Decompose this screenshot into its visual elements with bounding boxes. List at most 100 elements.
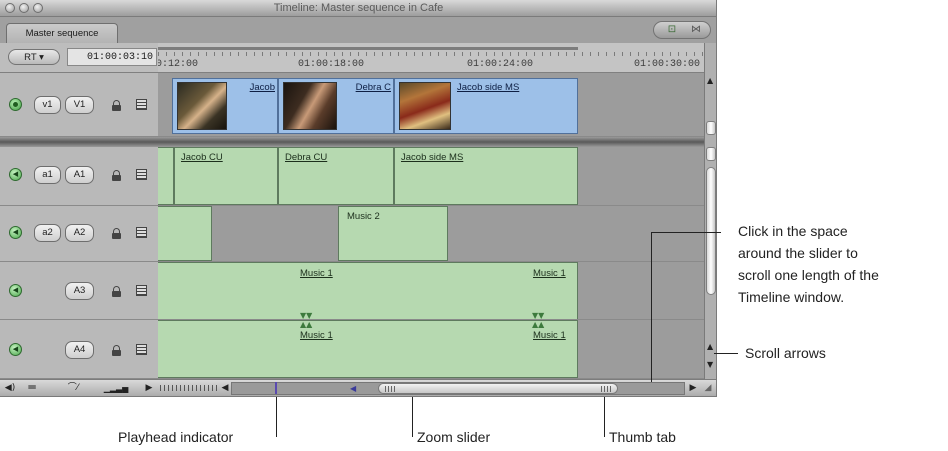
keyframe-graph-icon[interactable]: ⌒⁄ (56, 382, 90, 395)
vertical-scroll-thumb[interactable] (706, 167, 716, 295)
track-controls: v1 V1 (0, 73, 158, 137)
scroll-left-icon[interactable]: ◀ (220, 382, 230, 395)
track-lane[interactable]: Jacob CU Debra CU Jacob side MS (158, 147, 704, 206)
horizontal-scroll-area[interactable]: ◀ (231, 382, 685, 395)
clip-thumbnail (283, 82, 337, 130)
ruler-label: 0:12:00 (158, 59, 199, 70)
callout-line-text: scroll one length of the (738, 267, 879, 283)
auto-select-icon[interactable] (136, 99, 147, 110)
track-lane[interactable]: Jacob Debra C Jacob side MS (158, 73, 704, 137)
track-lane[interactable]: ▲▲ ▲▲ Music 1 Music 1 (158, 320, 704, 379)
speaker-toggle-icon[interactable]: ◀) (4, 382, 16, 395)
vertical-scrollbar[interactable]: ▲ ▲ ▼ (704, 43, 716, 380)
track-divider-thumb-audio[interactable] (706, 147, 716, 161)
callout-line (276, 397, 277, 437)
resize-handle-icon[interactable]: ◢ (702, 382, 714, 395)
clip-name: Music 1 (300, 268, 333, 279)
clip-name: Music 1 (300, 330, 333, 341)
clip[interactable]: ▲▲ ▲▲ Music 1 Music 1 (158, 320, 578, 378)
clip-name: Jacob (249, 82, 275, 93)
in-point-icon: ◀ (350, 384, 357, 393)
track-divider[interactable] (0, 137, 704, 147)
track-a1: ◀ a1 A1 Jacob CU Debra CU Jacob side MS (0, 147, 704, 206)
clip-name: Music 1 (533, 330, 566, 341)
linking-icon[interactable]: ⋈ (686, 24, 706, 36)
callout-line (651, 232, 652, 382)
keyframe-icon[interactable]: ▼▼ (532, 312, 544, 320)
audible-icon[interactable]: ◀ (9, 168, 22, 181)
track-divider-thumb-video[interactable] (706, 121, 716, 135)
clip[interactable] (158, 206, 212, 261)
dest-track-a2[interactable]: A2 (65, 224, 94, 242)
callout-zoom: Zoom slider (417, 429, 491, 445)
ruler-label: 01:00:18:00 (298, 59, 365, 70)
auto-select-icon[interactable] (136, 344, 147, 355)
scroll-up-arrow-icon[interactable]: ▲ (707, 343, 713, 351)
track-layout-menu-icon[interactable]: ▶ (144, 382, 154, 395)
thumb-tab-icon[interactable] (601, 386, 611, 392)
clip-thumbnail (399, 82, 451, 130)
clip[interactable]: Music 2 (338, 206, 448, 261)
zoom-grip-left-icon[interactable] (385, 386, 395, 392)
clip[interactable]: Debra C (278, 78, 394, 134)
lock-icon[interactable] (112, 286, 121, 297)
clip[interactable]: Jacob CU (174, 147, 278, 205)
zoom-control-ticks[interactable] (160, 385, 218, 391)
track-controls: ◀ a2 A2 (0, 206, 158, 262)
dest-track-a1[interactable]: A1 (65, 166, 94, 184)
track-visibility-icon[interactable] (9, 98, 22, 111)
callout-line-text: around the slider to (738, 245, 858, 261)
lock-icon[interactable] (112, 228, 121, 239)
audible-icon[interactable]: ◀ (9, 343, 22, 356)
track-lane[interactable]: Music 1 Music 1 ▼▼ ▼▼ (158, 262, 704, 320)
dest-track-a4[interactable]: A4 (65, 341, 94, 359)
clip-name: Debra CU (285, 152, 328, 163)
audible-icon[interactable]: ◀ (9, 226, 22, 239)
clip-name: Music 2 (347, 211, 380, 222)
clip-name: Jacob side MS (401, 152, 464, 163)
clip-name: Jacob CU (181, 152, 223, 163)
track-height-icon[interactable]: ▁▂▃▅ (94, 382, 138, 395)
time-ruler[interactable]: 0:12:00 01:00:18:00 01:00:24:00 01:00:30… (158, 43, 704, 73)
clip[interactable]: Jacob (172, 78, 278, 134)
ruler-label: 01:00:30:00 (634, 59, 701, 70)
source-patch-a2[interactable]: a2 (34, 224, 61, 242)
auto-select-icon[interactable] (136, 227, 147, 238)
scroll-right-icon[interactable]: ▶ (688, 382, 698, 395)
clip[interactable]: Jacob side MS (394, 147, 578, 205)
window-title: Timeline: Master sequence in Cafe (273, 2, 444, 14)
clip[interactable]: Jacob side MS (394, 78, 578, 134)
dest-track-a3[interactable]: A3 (65, 282, 94, 300)
snapping-icon[interactable]: ⊡ (662, 24, 682, 36)
title-bar: Timeline: Master sequence in Cafe (0, 0, 716, 17)
track-a4: ◀ A4 ▲▲ ▲▲ Music 1 Music 1 (0, 320, 704, 379)
lock-icon[interactable] (112, 100, 121, 111)
audible-icon[interactable]: ◀ (9, 284, 22, 297)
keyframe-icon[interactable]: ▼▼ (300, 312, 312, 320)
clip-name: Debra C (355, 82, 391, 93)
callout-thumb: Thumb tab (609, 429, 676, 445)
source-patch-v1[interactable]: v1 (34, 96, 61, 114)
timeline-header: RT ▾ 01:00:03:10 (0, 43, 158, 73)
lock-icon[interactable] (112, 170, 121, 181)
lock-icon[interactable] (112, 345, 121, 356)
keyframe-icon[interactable]: ▲▲ (300, 321, 312, 329)
keyframe-icon[interactable]: ▲▲ (532, 321, 544, 329)
track-controls: ◀ A3 (0, 262, 158, 320)
auto-select-icon[interactable] (136, 285, 147, 296)
auto-select-icon[interactable] (136, 169, 147, 180)
dest-track-v1[interactable]: V1 (65, 96, 94, 114)
track-lane[interactable]: Music 2 (158, 206, 704, 262)
clip[interactable]: Music 1 Music 1 ▼▼ ▼▼ (158, 262, 578, 320)
rt-menu-button[interactable]: RT ▾ (8, 49, 60, 65)
tab-master-sequence[interactable]: Master sequence (6, 23, 118, 43)
clip[interactable]: Debra CU (278, 147, 394, 205)
scroll-down-arrow-icon[interactable]: ▼ (707, 361, 713, 369)
current-timecode-field[interactable]: 01:00:03:10 (67, 48, 157, 66)
render-bar (158, 47, 578, 50)
scroll-up-icon[interactable]: ▲ (707, 77, 713, 85)
clip[interactable] (158, 147, 174, 205)
source-patch-a1[interactable]: a1 (34, 166, 61, 184)
clip-overlays-icon[interactable]: ═ (18, 381, 46, 395)
zoom-slider[interactable] (378, 383, 618, 394)
